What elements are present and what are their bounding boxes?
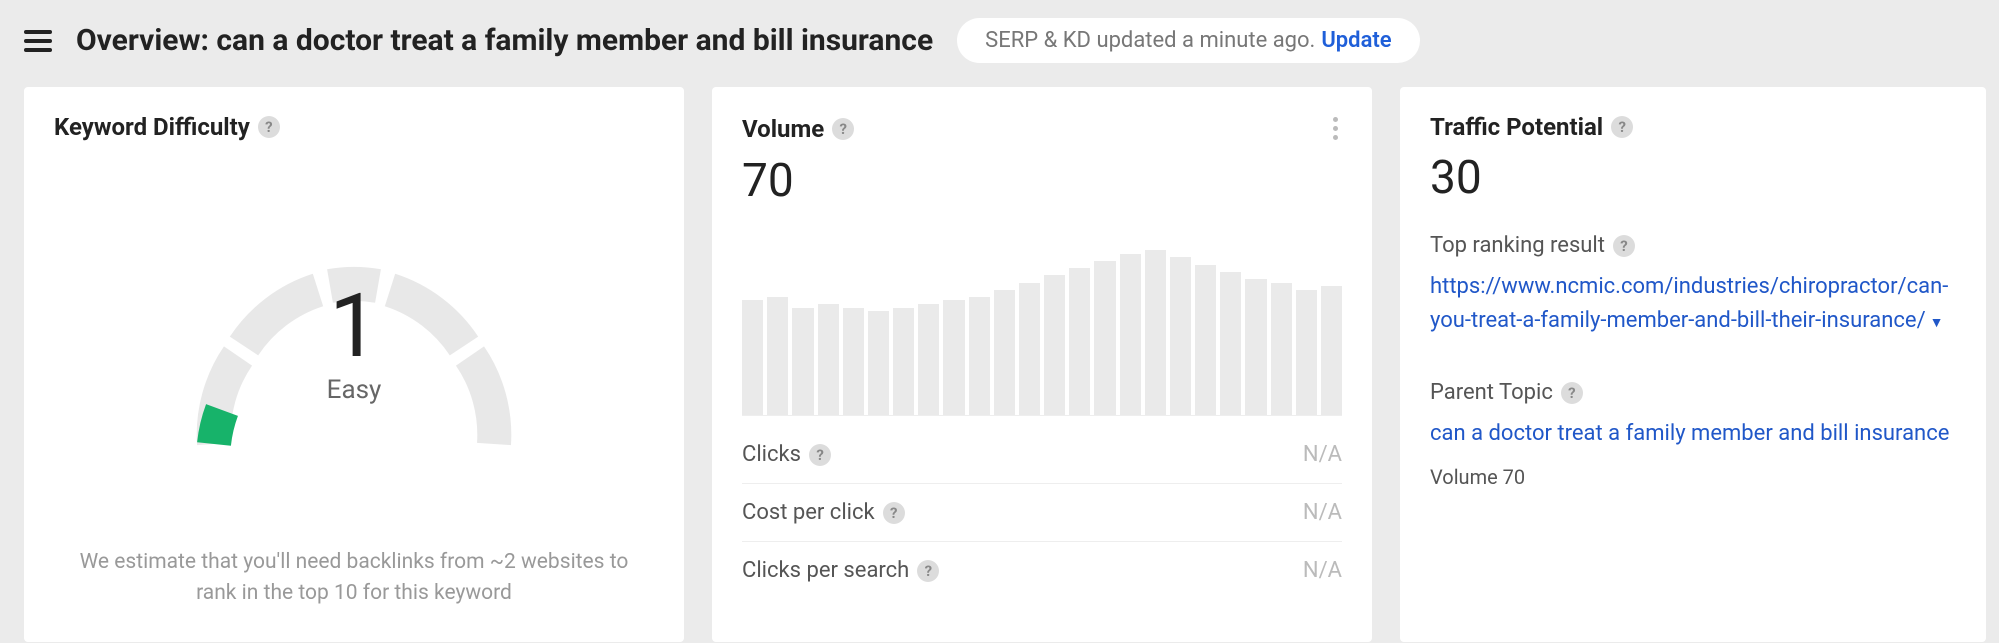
volume-bar [1271, 283, 1292, 415]
volume-bar [1321, 286, 1342, 415]
chevron-down-icon[interactable]: ▼ [1930, 315, 1944, 331]
help-icon[interactable]: ? [917, 560, 939, 582]
volume-bar [792, 308, 813, 415]
volume-row-clicks: Clicks? N/A [742, 426, 1342, 484]
cps-value: N/A [1303, 558, 1342, 583]
update-status-pill: SERP & KD updated a minute ago. Update [957, 18, 1419, 63]
update-status-text: SERP & KD updated a minute ago. [985, 28, 1315, 53]
volume-row-cpc: Cost per click? N/A [742, 484, 1342, 542]
help-icon[interactable]: ? [809, 444, 831, 466]
help-icon[interactable]: ? [1561, 382, 1583, 404]
volume-bar [943, 300, 964, 415]
help-icon[interactable]: ? [1613, 235, 1635, 257]
volume-bar [1245, 279, 1266, 415]
volume-bar [1145, 250, 1166, 415]
volume-bar [918, 304, 939, 415]
page-title: Overview: can a doctor treat a family me… [76, 23, 933, 58]
volume-bar [1019, 283, 1040, 415]
volume-bar [843, 308, 864, 415]
help-icon[interactable]: ? [1611, 116, 1633, 138]
cpc-value: N/A [1303, 500, 1342, 525]
help-icon[interactable]: ? [832, 118, 854, 140]
clicks-label: Clicks [742, 442, 801, 467]
tp-title: Traffic Potential [1430, 113, 1603, 141]
kd-title: Keyword Difficulty [54, 113, 250, 141]
cpc-label: Cost per click [742, 500, 875, 525]
volume-bar [1069, 268, 1090, 415]
top-ranking-result-link[interactable]: https://www.ncmic.com/industries/chiropr… [1430, 270, 1956, 338]
top-ranking-result-label: Top ranking result [1430, 233, 1605, 258]
kebab-menu-icon[interactable] [1329, 113, 1342, 144]
card-volume: Volume ? 70 Clicks? N/A Cost per click? … [712, 87, 1372, 642]
volume-bar [994, 290, 1015, 415]
volume-bar [969, 297, 990, 415]
volume-bar [1195, 265, 1216, 415]
parent-topic-link[interactable]: can a doctor treat a family member and b… [1430, 417, 1956, 451]
volume-bar [868, 311, 889, 415]
volume-bar [893, 308, 914, 415]
volume-bar [1170, 257, 1191, 415]
volume-bar [1120, 254, 1141, 415]
parent-topic-volume: Volume 70 [1430, 465, 1956, 489]
hamburger-menu-icon[interactable] [24, 30, 52, 52]
card-keyword-difficulty: Keyword Difficulty ? 1 Easy We estimate … [24, 87, 684, 642]
parent-topic-label: Parent Topic [1430, 380, 1553, 405]
volume-bar [1220, 272, 1241, 415]
card-traffic-potential: Traffic Potential ? 30 Top ranking resul… [1400, 87, 1986, 642]
volume-bar [818, 304, 839, 415]
kd-value: 1 [329, 283, 378, 371]
volume-bar [1094, 261, 1115, 415]
volume-bar [742, 300, 763, 415]
volume-title: Volume [742, 115, 824, 143]
kd-label: Easy [327, 375, 382, 405]
top-ranking-result-url: https://www.ncmic.com/industries/chiropr… [1430, 274, 1948, 333]
help-icon[interactable]: ? [883, 502, 905, 524]
volume-value: 70 [742, 154, 1342, 208]
kd-footer-text: We estimate that you'll need backlinks f… [54, 547, 654, 624]
volume-bar [767, 297, 788, 415]
clicks-value: N/A [1303, 442, 1342, 467]
volume-trend-chart [742, 236, 1342, 416]
cps-label: Clicks per search [742, 558, 909, 583]
tp-value: 30 [1430, 151, 1956, 205]
volume-bar [1296, 290, 1317, 415]
update-link[interactable]: Update [1321, 28, 1391, 53]
volume-row-cps: Clicks per search? N/A [742, 542, 1342, 599]
help-icon[interactable]: ? [258, 116, 280, 138]
volume-bar [1044, 275, 1065, 415]
